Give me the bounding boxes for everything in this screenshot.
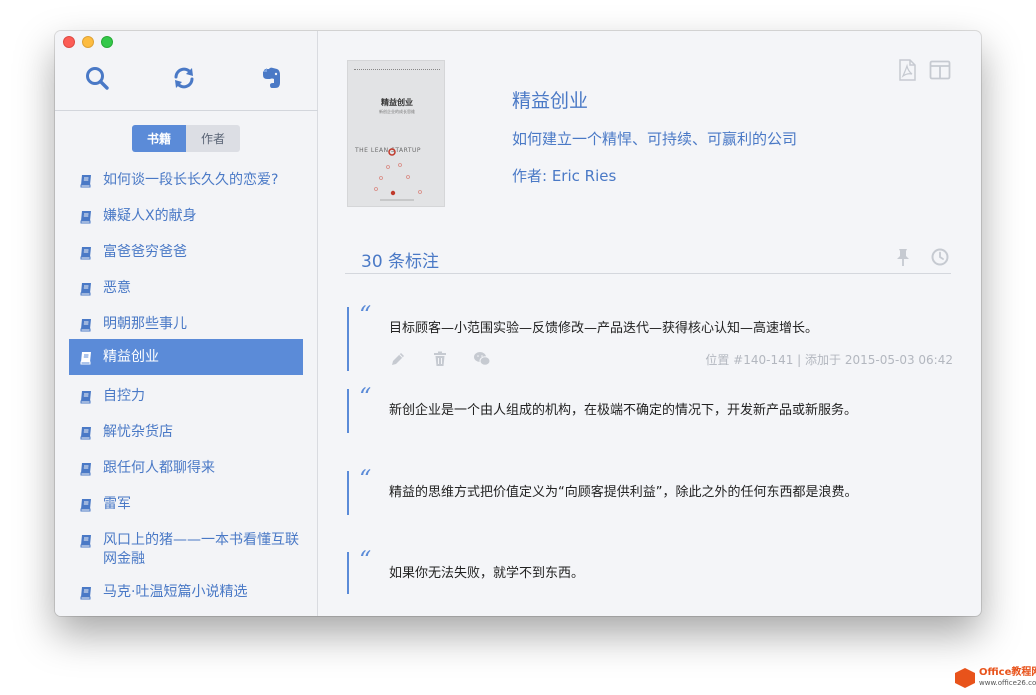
book-title: 跟任何人都聊得来 — [103, 460, 215, 476]
book-item[interactable]: 嫌疑人X的献身 — [69, 199, 303, 235]
book-title-heading: 精益创业 — [512, 90, 589, 112]
note-meta: 位置 #140-141 | 添加于 2015-05-03 06:42 — [705, 353, 953, 367]
note-accent-bar — [347, 552, 349, 594]
book-title: 雷军 — [103, 496, 131, 512]
quote-mark-icon: “ — [359, 465, 372, 493]
book-icon — [80, 587, 91, 600]
tab-authors[interactable]: 作者 — [186, 125, 240, 152]
zoom-window-button[interactable] — [101, 36, 113, 48]
evernote-button[interactable] — [256, 63, 286, 93]
note-text: 目标顾客—小范围实验—反馈修改—产品迭代—获得核心认知—高速增长。 — [389, 321, 819, 336]
note-text: 如果你无法失败，就学不到东西。 — [389, 566, 585, 581]
book-icon — [80, 463, 91, 476]
book-item[interactable]: 自控力 — [69, 379, 303, 415]
book-title: 如何谈一段长长久久的恋爱? — [103, 172, 279, 188]
note-item[interactable]: “ 精益的思维方式把价值定义为“向顾客提供利益”，除此之外的任何东西都是浪费。 — [347, 465, 953, 515]
split-view-icon[interactable] — [929, 59, 951, 81]
book-icon — [80, 211, 91, 224]
sync-button[interactable] — [169, 63, 199, 93]
book-item[interactable]: 马克·吐温短篇小说精选 — [69, 575, 303, 611]
book-detail: 精益创业 新创企业的成长思维 THE LEAN STARTUP 精益创业 如何建… — [319, 31, 981, 616]
book-item[interactable]: 恶意 — [69, 271, 303, 307]
watermark-url: www.office26.com — [979, 679, 1036, 687]
notes-count-heading: 30 条标注 — [361, 252, 440, 272]
office-logo-icon — [955, 668, 975, 688]
minimize-window-button[interactable] — [82, 36, 94, 48]
watermark: Office教程网 www.office26.com — [955, 668, 1036, 688]
evernote-icon — [263, 67, 280, 88]
notes-divider — [345, 273, 951, 274]
book-icon — [80, 175, 91, 188]
book-title: 风口上的猪——一本书看懂互联网金融 — [103, 532, 299, 567]
book-icon — [80, 352, 91, 365]
book-icon — [80, 247, 91, 260]
book-icon — [80, 499, 91, 512]
book-subtitle: 如何建立一个精悍、可持续、可赢利的公司 — [512, 130, 798, 148]
traffic-lights — [63, 36, 113, 48]
watermark-name: Office教程网 — [979, 667, 1036, 678]
book-item[interactable]: 明朝那些事儿 — [69, 307, 303, 343]
wechat-icon[interactable] — [473, 350, 491, 368]
delete-icon[interactable] — [431, 350, 449, 368]
cover-dots-graphic — [374, 148, 422, 201]
book-item[interactable]: 解忧杂货店 — [69, 415, 303, 451]
note-text: 精益的思维方式把价值定义为“向顾客提供利益”，除此之外的任何东西都是浪费。 — [389, 485, 858, 500]
note-accent-bar — [347, 389, 349, 433]
note-item[interactable]: “ 新创企业是一个由人组成的机构，在极端不确定的情况下，开发新产品或新服务。 — [347, 383, 953, 433]
book-item-selected[interactable]: 精益创业 — [69, 339, 303, 375]
quote-mark-icon: “ — [359, 546, 372, 574]
close-window-button[interactable] — [63, 36, 75, 48]
book-icon — [80, 391, 91, 404]
book-title: 明朝那些事儿 — [103, 316, 187, 332]
sidebar: 书籍 作者 如何谈一段长长久久的恋爱? 嫌疑人X的献身 富爸爸穷爸爸 恶意 明朝… — [55, 31, 318, 616]
book-icon — [80, 319, 91, 332]
pdf-icon[interactable] — [896, 59, 918, 81]
book-title: 恶意 — [103, 280, 131, 296]
note-accent-bar — [347, 307, 349, 371]
book-title: 嫌疑人X的献身 — [103, 208, 197, 224]
book-item[interactable]: 跟任何人都聊得来 — [69, 451, 303, 487]
book-icon — [80, 427, 91, 440]
book-author[interactable]: 作者: Eric Ries — [512, 165, 616, 186]
sidebar-tabs: 书籍 作者 — [132, 125, 240, 152]
tab-books[interactable]: 书籍 — [132, 125, 186, 152]
book-item[interactable]: 风口上的猪——一本书看懂互联网金融 — [69, 523, 303, 573]
note-item[interactable]: “ 如果你无法失败，就学不到东西。 — [347, 546, 953, 594]
quote-mark-icon: “ — [359, 383, 372, 411]
search-button[interactable] — [82, 63, 112, 93]
book-title: 富爸爸穷爸爸 — [103, 244, 187, 260]
app-window: 书籍 作者 如何谈一段长长久久的恋爱? 嫌疑人X的献身 富爸爸穷爸爸 恶意 明朝… — [55, 31, 981, 616]
quote-mark-icon: “ — [359, 301, 372, 329]
book-icon — [80, 535, 91, 548]
note-accent-bar — [347, 471, 349, 515]
book-title: 马克·吐温短篇小说精选 — [103, 584, 248, 600]
note-text: 新创企业是一个由人组成的机构，在极端不确定的情况下，开发新产品或新服务。 — [389, 403, 858, 418]
book-icon — [80, 283, 91, 296]
book-cover: 精益创业 新创企业的成长思维 THE LEAN STARTUP — [347, 60, 445, 207]
book-item[interactable]: 如何谈一段长长久久的恋爱? — [69, 163, 303, 199]
book-title: 精益创业 — [103, 349, 159, 365]
edit-icon[interactable] — [389, 350, 407, 368]
note-item[interactable]: “ 目标顾客—小范围实验—反馈修改—产品迭代—获得核心认知—高速增长。 位置 #… — [347, 301, 953, 371]
book-item[interactable]: 富爸爸穷爸爸 — [69, 235, 303, 271]
book-title: 自控力 — [103, 388, 145, 404]
clock-icon[interactable] — [930, 247, 950, 267]
note-actions — [389, 350, 491, 368]
search-icon — [86, 67, 109, 90]
sync-icon — [174, 67, 194, 89]
book-item[interactable]: 雷军 — [69, 487, 303, 523]
book-title: 解忧杂货店 — [103, 424, 173, 440]
pin-icon[interactable] — [893, 247, 913, 267]
